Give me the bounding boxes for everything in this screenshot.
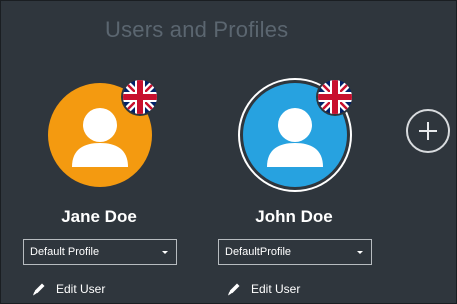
pencil-icon bbox=[228, 283, 240, 296]
edit-user-label: Edit User bbox=[251, 282, 301, 296]
add-user-button[interactable] bbox=[406, 109, 450, 153]
profile-dropdown[interactable]: DefaultProfile bbox=[218, 239, 372, 265]
pencil-icon bbox=[33, 283, 45, 296]
profile-dropdown-value: DefaultProfile bbox=[225, 246, 292, 258]
uk-flag-icon bbox=[318, 80, 352, 114]
edit-user-button[interactable]: Edit User bbox=[31, 281, 105, 297]
profile-dropdown-value: Default Profile bbox=[30, 246, 100, 258]
chevron-down-icon bbox=[162, 251, 168, 254]
users-and-profiles-panel: Users and Profiles Jane Doe Default Prof… bbox=[0, 0, 457, 304]
edit-user-label: Edit User bbox=[56, 282, 106, 296]
profile-dropdown[interactable]: Default Profile bbox=[23, 239, 177, 265]
user-name: Jane Doe bbox=[61, 207, 137, 226]
user-card: John Doe DefaultProfile Edit User bbox=[214, 1, 374, 303]
user-name: John Doe bbox=[255, 207, 333, 226]
uk-flag-icon bbox=[123, 80, 157, 114]
chevron-down-icon bbox=[357, 251, 363, 254]
user-card: Jane Doe Default Profile Edit User bbox=[19, 1, 179, 303]
edit-user-button[interactable]: Edit User bbox=[226, 281, 300, 297]
